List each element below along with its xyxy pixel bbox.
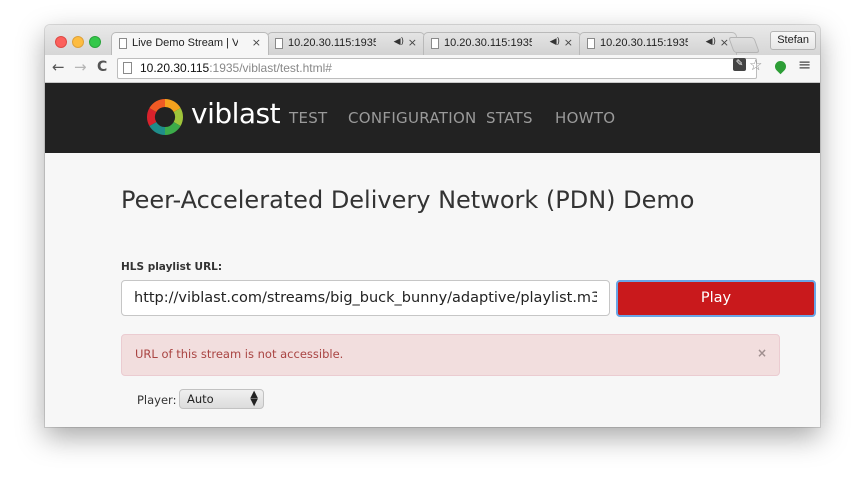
play-button[interactable]: Play bbox=[616, 280, 816, 317]
address-bar[interactable]: 10.20.30.115:1935/viblast/test.html# bbox=[117, 58, 757, 79]
extension-icon[interactable]: ✎ bbox=[733, 58, 746, 71]
brand-name[interactable]: viblast bbox=[191, 97, 281, 130]
window-close-button[interactable] bbox=[55, 36, 67, 48]
player-select-value: Auto bbox=[187, 392, 214, 406]
audio-icon: ◀) bbox=[549, 37, 560, 47]
viblast-logo-icon[interactable] bbox=[145, 97, 185, 137]
tab-title: Live Demo Stream | Viblast bbox=[132, 37, 238, 49]
window-maximize-button[interactable] bbox=[89, 36, 101, 48]
url-path: :1935/viblast/test.html# bbox=[209, 61, 332, 75]
nav-link-test[interactable]: TEST bbox=[289, 109, 328, 127]
page-icon bbox=[123, 62, 132, 74]
window-minimize-button[interactable] bbox=[72, 36, 84, 48]
player-label: Player: bbox=[137, 393, 177, 407]
page-title: Peer-Accelerated Delivery Network (PDN) … bbox=[121, 186, 695, 214]
browser-toolbar: ← → C 10.20.30.115:1935/viblast/test.htm… bbox=[45, 55, 820, 83]
url-host: 10.20.30.115 bbox=[140, 61, 210, 75]
tab-close-icon[interactable]: × bbox=[408, 36, 417, 49]
audio-icon: ◀) bbox=[393, 37, 404, 47]
playlist-url-input[interactable] bbox=[121, 280, 610, 316]
alert-message: URL of this stream is not accessible. bbox=[135, 347, 344, 361]
new-tab-button[interactable] bbox=[728, 37, 760, 53]
tab-title: 10.20.30.115:1935/viblast/test.html bbox=[288, 37, 376, 49]
back-icon[interactable]: ← bbox=[52, 58, 65, 76]
tab-strip: Live Demo Stream | Viblast × 10.20.30.11… bbox=[45, 25, 820, 55]
page-icon bbox=[275, 38, 283, 49]
page-icon bbox=[587, 38, 595, 49]
alert-close-icon[interactable]: × bbox=[757, 346, 767, 360]
tab-test-page-3[interactable]: 10.20.30.115:1935/viblast/test.html ◀) × bbox=[579, 32, 737, 55]
player-select[interactable]: Auto ▲ ▼ bbox=[179, 389, 264, 409]
forward-icon[interactable]: → bbox=[74, 58, 87, 76]
tab-title: 10.20.30.115:1935/viblast/test.html bbox=[444, 37, 532, 49]
bookmark-star-icon[interactable]: ☆ bbox=[749, 56, 762, 74]
tab-test-page-2[interactable]: 10.20.30.115:1935/viblast/test.html ◀) × bbox=[423, 32, 581, 55]
error-alert: URL of this stream is not accessible. × bbox=[121, 334, 780, 376]
tab-close-icon[interactable]: × bbox=[252, 36, 261, 49]
site-navbar: viblast TEST CONFIGURATION STATS HOWTO bbox=[45, 83, 820, 153]
tab-live-demo[interactable]: Live Demo Stream | Viblast × bbox=[111, 32, 269, 55]
url-text: 10.20.30.115:1935/viblast/test.html# bbox=[140, 61, 332, 75]
tab-title: 10.20.30.115:1935/viblast/test.html bbox=[600, 37, 688, 49]
tab-close-icon[interactable]: × bbox=[564, 36, 573, 49]
menu-icon[interactable]: ≡ bbox=[798, 55, 811, 74]
nav-link-howto[interactable]: HOWTO bbox=[555, 109, 615, 127]
tab-test-page-1[interactable]: 10.20.30.115:1935/viblast/test.html ◀) × bbox=[267, 32, 425, 55]
audio-icon: ◀) bbox=[705, 37, 716, 47]
profile-button[interactable]: Stefan bbox=[770, 31, 816, 50]
browser-window: Live Demo Stream | Viblast × 10.20.30.11… bbox=[45, 25, 820, 427]
tab-close-icon[interactable]: × bbox=[720, 36, 729, 49]
page-icon bbox=[431, 38, 439, 49]
page-icon bbox=[119, 38, 127, 49]
playlist-url-label: HLS playlist URL: bbox=[121, 261, 223, 273]
nav-link-configuration[interactable]: CONFIGURATION bbox=[348, 109, 477, 127]
nav-link-stats[interactable]: STATS bbox=[486, 109, 533, 127]
page-content: Peer-Accelerated Delivery Network (PDN) … bbox=[45, 153, 820, 427]
reload-icon[interactable]: C bbox=[97, 59, 107, 75]
select-arrows-icon: ▲ ▼ bbox=[250, 389, 258, 408]
